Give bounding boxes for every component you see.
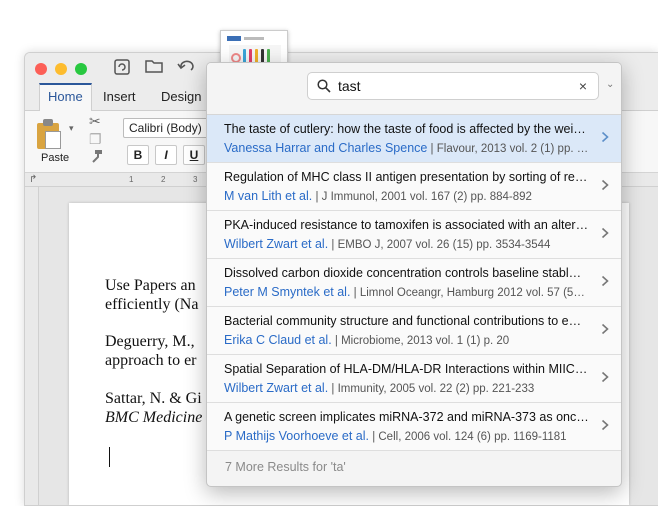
document-text-line: Deguerry, M., [105, 333, 195, 350]
result-title: A genetic screen implicates miRNA-372 an… [224, 410, 589, 424]
save-icon[interactable] [111, 58, 133, 78]
result-citation: | J Immunol, 2001 vol. 167 (2) pp. 884-8… [312, 191, 532, 203]
close-window-button[interactable] [35, 63, 47, 75]
more-results-link[interactable]: 7 More Results for 'ta' [225, 460, 346, 474]
result-authors[interactable]: Vanessa Harrar and Charles Spence [224, 141, 427, 155]
undo-icon[interactable] [175, 58, 197, 78]
clipboard-icon[interactable] [37, 119, 63, 149]
chevron-right-icon[interactable] [601, 418, 611, 434]
tab-design[interactable]: Design [153, 83, 209, 111]
result-title: Regulation of MHC class II antigen prese… [224, 170, 588, 184]
search-results-list: The taste of cutlery: how the taste of f… [207, 115, 621, 451]
result-citation: | Flavour, 2013 vol. 2 (1) pp. 1-13 [427, 143, 589, 155]
copy-icon[interactable]: ❐ [89, 131, 102, 148]
chevron-right-icon[interactable] [601, 322, 611, 338]
result-citation: | EMBO J, 2007 vol. 26 (15) pp. 3534-354… [328, 239, 551, 251]
chevron-right-icon[interactable] [601, 274, 611, 290]
result-meta: Wilbert Zwart et al. | EMBO J, 2007 vol.… [224, 237, 589, 251]
search-icon [317, 79, 331, 93]
chevron-right-icon[interactable] [601, 370, 611, 386]
result-citation: | Microbiome, 2013 vol. 1 (1) p. 20 [331, 335, 510, 347]
text-cursor [109, 447, 110, 467]
search-header: × ⌄ [207, 63, 621, 115]
result-title: The taste of cutlery: how the taste of f… [224, 122, 586, 136]
result-meta: Erika C Claud et al. | Microbiome, 2013 … [224, 333, 589, 347]
result-title: PKA-induced resistance to tamoxifen is a… [224, 218, 589, 232]
underline-button[interactable]: U [183, 145, 205, 165]
tab-insert[interactable]: Insert [95, 83, 144, 111]
italic-button[interactable]: I [155, 145, 177, 165]
search-result-row[interactable]: Spatial Separation of HLA-DM/HLA-DR Inte… [207, 355, 621, 403]
ruler-mark: 2 [161, 175, 166, 184]
chevron-right-icon[interactable] [601, 130, 611, 146]
document-text-line: approach to er [105, 352, 197, 369]
document-text-line: Sattar, N. & Gi [105, 390, 202, 407]
maximize-window-button[interactable] [75, 63, 87, 75]
citation-search-popover: × ⌄ The taste of cutlery: how the taste … [206, 62, 622, 487]
cut-icon[interactable]: ✂ [89, 113, 101, 130]
chevron-right-icon[interactable] [601, 178, 611, 194]
ruler-mark: 1 [129, 175, 134, 184]
folder-icon[interactable] [143, 58, 165, 78]
result-citation: | Cell, 2006 vol. 124 (6) pp. 1169-1181 [369, 431, 567, 443]
ruler-mark: 3 [193, 175, 198, 184]
document-text-line: BMC Medicine [105, 409, 203, 426]
result-citation: | Limnol Oceangr, Hamburg 2012 vol. 57 (… [350, 287, 585, 299]
search-result-row[interactable]: Regulation of MHC class II antigen prese… [207, 163, 621, 211]
result-meta: M van Lith et al. | J Immunol, 2001 vol.… [224, 189, 589, 203]
format-painter-icon[interactable] [89, 149, 103, 166]
result-meta: P Mathijs Voorhoeve et al. | Cell, 2006 … [224, 429, 589, 443]
tab-home[interactable]: Home [39, 83, 92, 111]
vertical-ruler [25, 187, 39, 505]
chevron-down-icon[interactable]: ⌄ [606, 79, 618, 91]
document-text-line: Use Papers an [105, 277, 196, 294]
search-input[interactable] [338, 76, 568, 96]
result-authors[interactable]: Erika C Claud et al. [224, 333, 332, 347]
result-meta: Peter M Smyntek et al. | Limnol Oceangr,… [224, 285, 589, 299]
result-authors[interactable]: Wilbert Zwart et al. [224, 237, 328, 251]
paste-dropdown-icon[interactable]: ▾ [69, 123, 74, 134]
search-result-row[interactable]: Bacterial community structure and functi… [207, 307, 621, 355]
clear-search-icon[interactable]: × [576, 78, 590, 94]
result-meta: Vanessa Harrar and Charles Spence | Flav… [224, 141, 589, 155]
search-box[interactable]: × [307, 72, 599, 100]
search-result-row[interactable]: The taste of cutlery: how the taste of f… [207, 115, 621, 163]
minimize-window-button[interactable] [55, 63, 67, 75]
result-authors[interactable]: Wilbert Zwart et al. [224, 381, 328, 395]
result-authors[interactable]: P Mathijs Voorhoeve et al. [224, 429, 369, 443]
chevron-right-icon[interactable] [601, 226, 611, 242]
search-result-row[interactable]: PKA-induced resistance to tamoxifen is a… [207, 211, 621, 259]
search-result-row[interactable]: A genetic screen implicates miRNA-372 an… [207, 403, 621, 451]
bold-button[interactable]: B [127, 145, 149, 165]
paste-label: Paste [41, 152, 70, 164]
result-authors[interactable]: Peter M Smyntek et al. [224, 285, 350, 299]
result-title: Bacterial community structure and functi… [224, 314, 582, 328]
result-title: Spatial Separation of HLA-DM/HLA-DR Inte… [224, 362, 588, 376]
font-name-select[interactable]: Calibri (Body) [123, 118, 211, 138]
tab-stop-icon[interactable]: ↱ [29, 174, 37, 185]
result-authors[interactable]: M van Lith et al. [224, 189, 312, 203]
document-text-line: efficiently (Na [105, 296, 199, 313]
result-meta: Wilbert Zwart et al. | Immunity, 2005 vo… [224, 381, 589, 395]
search-result-row[interactable]: Dissolved carbon dioxide concentration c… [207, 259, 621, 307]
result-title: Dissolved carbon dioxide concentration c… [224, 266, 582, 280]
result-citation: | Immunity, 2005 vol. 22 (2) pp. 221-233 [328, 383, 535, 395]
